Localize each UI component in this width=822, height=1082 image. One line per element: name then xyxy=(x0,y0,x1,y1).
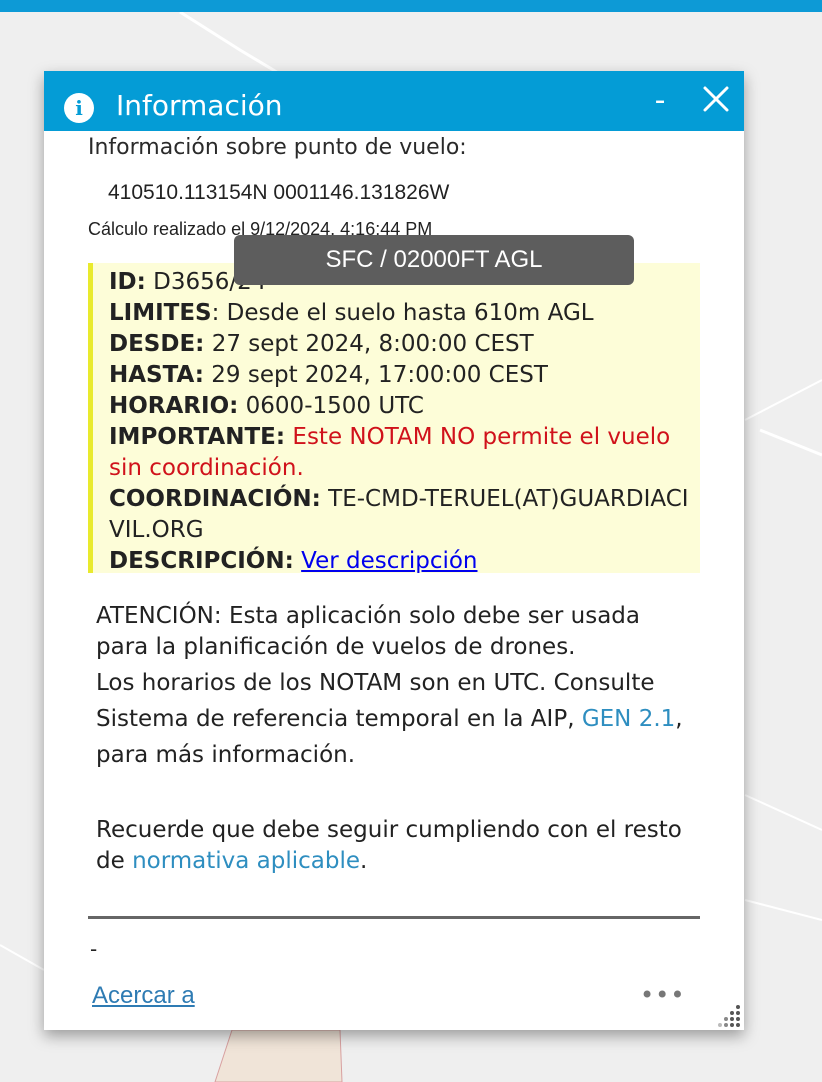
utc-text-before: Los horarios de los NOTAM son en UTC. Co… xyxy=(96,670,655,732)
notam-importante-label: IMPORTANTE: xyxy=(109,424,286,450)
altitude-tooltip: SFC / 02000FT AGL xyxy=(234,235,634,285)
notam-desde-value: 27 sept 2024, 8:00:00 CEST xyxy=(211,331,534,357)
resize-grip-icon[interactable] xyxy=(718,1003,742,1027)
notam-horario-label: HORARIO: xyxy=(109,393,239,419)
popup-title: Información xyxy=(116,89,283,122)
notam-hasta-label: HASTA: xyxy=(109,362,204,388)
popup-header: i Información - xyxy=(44,71,744,131)
ver-descripcion-link[interactable]: Ver descripción xyxy=(301,548,477,574)
divider xyxy=(88,916,700,919)
top-bar xyxy=(0,0,822,12)
notam-limites-value: : Desde el suelo hasta 610m AGL xyxy=(211,300,594,326)
utc-notice: Los horarios de los NOTAM son en UTC. Co… xyxy=(96,665,696,773)
notam-hasta-value: 29 sept 2024, 17:00:00 CEST xyxy=(211,362,548,388)
notam-descripcion-label: DESCRIPCIÓN: xyxy=(109,548,294,574)
notam-id-label: ID: xyxy=(109,269,146,295)
popup-content[interactable]: Información sobre punto de vuelo: 410510… xyxy=(44,131,744,1030)
normativa-text-after: . xyxy=(360,848,368,874)
info-popup: i Información - Información sobre punto … xyxy=(44,71,744,1030)
notam-box: ID: D3656/24 LIMITES: Desde el suelo has… xyxy=(88,263,700,574)
notam-desde-label: DESDE: xyxy=(109,331,205,357)
notam-coordinacion-label: COORDINACIÓN: xyxy=(109,486,321,512)
info-icon: i xyxy=(64,93,94,123)
close-button[interactable] xyxy=(698,79,734,119)
gen-link[interactable]: GEN 2.1 xyxy=(582,706,675,732)
more-options-icon[interactable]: ••• xyxy=(640,981,685,1009)
flight-point-heading: Información sobre punto de vuelo: xyxy=(88,135,467,160)
zoom-to-link[interactable]: Acercar a xyxy=(92,982,195,1010)
normativa-link[interactable]: normativa aplicable xyxy=(132,848,360,874)
notam-horario-value: 0600-1500 UTC xyxy=(245,393,424,419)
close-icon xyxy=(703,86,729,112)
normativa-notice: Recuerde que debe seguir cumpliendo con … xyxy=(96,815,696,877)
attention-text: ATENCIÓN: Esta aplicación solo debe ser … xyxy=(96,603,640,660)
coordinates-text: 410510.113154N 0001146.131826W xyxy=(108,181,450,204)
notam-limites-label: LIMITES xyxy=(109,300,212,326)
dash-text: - xyxy=(90,937,98,961)
minimize-button[interactable]: - xyxy=(644,81,676,121)
